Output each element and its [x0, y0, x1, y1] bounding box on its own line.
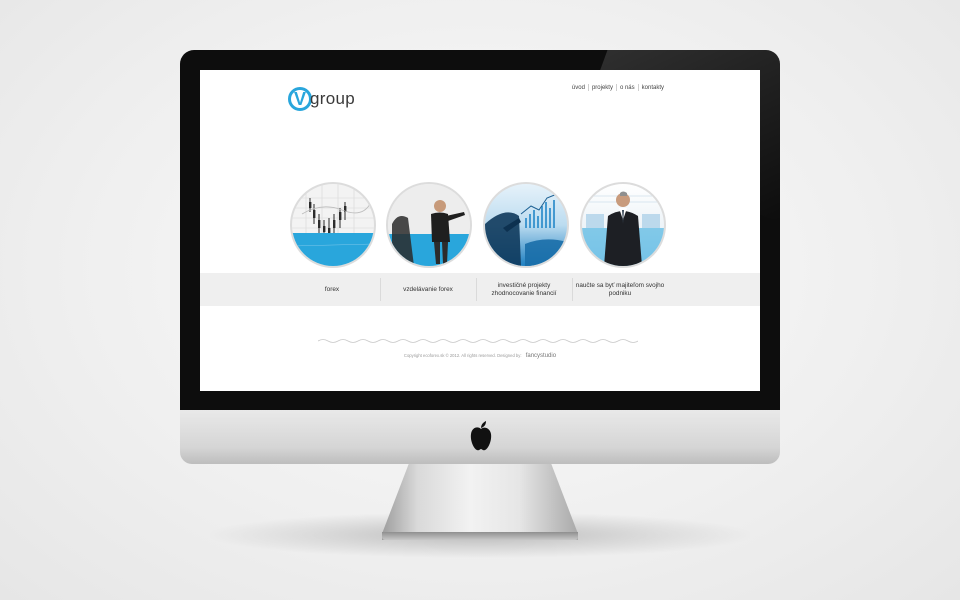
nav-link-about[interactable]: o nás [617, 85, 638, 91]
logo-text: group [310, 89, 355, 108]
feature-link-investment[interactable]: investičné projekty zhodnocovanie financ… [476, 273, 572, 306]
monitor-stand-base [382, 532, 578, 540]
investment-image-circle[interactable] [483, 182, 569, 268]
feature-circles [288, 182, 668, 272]
education-image-circle[interactable] [386, 182, 472, 268]
nav-link-home[interactable]: úvod [569, 85, 588, 91]
monitor-stand [382, 462, 578, 540]
presenter-image [388, 184, 470, 266]
feature-link-forex[interactable]: forex [284, 273, 380, 306]
nav-link-contacts[interactable]: kontakty [639, 85, 667, 91]
apple-logo-icon [470, 421, 492, 451]
feature-bar: forex vzdelávanie forex investičné proje… [200, 273, 760, 306]
designer-link[interactable]: fancystudio [526, 353, 556, 359]
website-screen: V group úvod projekty o nás kontakty for… [200, 70, 760, 391]
business-image-circle[interactable] [580, 182, 666, 268]
meeting-chart-image [485, 193, 567, 266]
monitor-chin [180, 410, 780, 464]
logo-circle: V [288, 87, 312, 111]
wave-divider [318, 339, 638, 343]
main-nav: úvod projekty o nás kontakty [569, 84, 667, 91]
forex-image-circle[interactable] [290, 182, 376, 268]
imac-monitor: V group úvod projekty o nás kontakty for… [180, 50, 780, 464]
businessman-image [582, 191, 664, 266]
feature-link-business[interactable]: naučte sa byť majiteľom svojho podniku [572, 273, 668, 306]
feature-link-education[interactable]: vzdelávanie forex [380, 273, 476, 306]
monitor-bezel: V group úvod projekty o nás kontakty for… [180, 50, 780, 410]
stock-chart-image [292, 184, 374, 266]
copyright-text: Copyright ecoforex.sk © 2012. All rights… [403, 353, 522, 358]
page-footer: Copyright ecoforex.sk © 2012. All rights… [200, 353, 760, 359]
nav-link-projects[interactable]: projekty [589, 85, 616, 91]
vgroup-logo[interactable]: V group [288, 84, 355, 114]
